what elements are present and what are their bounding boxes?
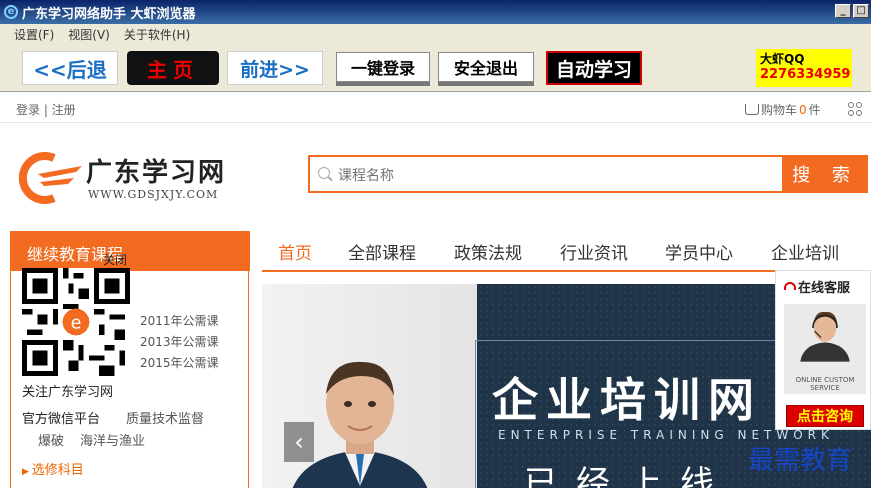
nav-all-courses[interactable]: 全部课程: [348, 239, 416, 264]
category-heading: 继续教育课程: [11, 231, 250, 271]
nav-industry-news[interactable]: 行业资讯: [560, 239, 628, 264]
cart-label: 购物车: [761, 103, 798, 117]
category-row: 爆破 海洋与渔业: [38, 430, 145, 449]
category-ocean[interactable]: 海洋与渔业: [80, 430, 145, 449]
service-title: 在线客服: [798, 280, 851, 296]
qr-caption: 关注广东学习网: [22, 385, 114, 400]
qr-close-button[interactable]: 关闭: [103, 251, 127, 268]
cart-unit: 件: [808, 103, 821, 117]
search-icon: [318, 167, 330, 179]
headset-icon: [784, 282, 796, 290]
safe-exit-button[interactable]: 安全退出: [438, 52, 534, 82]
nav-student-center[interactable]: 学员中心: [665, 239, 733, 264]
cart-link[interactable]: 购物车 0 件: [745, 101, 821, 118]
course-year-2011[interactable]: 2011年公需课: [140, 311, 219, 332]
menu-about[interactable]: 关于软件(H): [124, 26, 190, 43]
nav-home[interactable]: 首页: [278, 239, 312, 264]
agent-avatar-icon: [800, 311, 850, 362]
cart-count: 0: [799, 102, 807, 117]
course-year-2013[interactable]: 2013年公需课: [140, 332, 219, 353]
watermark: 最需教育: [748, 446, 853, 476]
one-click-login-button[interactable]: 一键登录: [336, 52, 430, 82]
title-bar: e 广东学习网络助手 大虾浏览器 _ □: [0, 0, 871, 24]
logo-title: 广东学习网: [86, 158, 227, 188]
businessman-photo: [292, 361, 428, 488]
banner-prev-arrow-icon[interactable]: ‹: [284, 422, 314, 462]
logo-subtitle: WWW.GDSJXJY.COM: [88, 188, 219, 201]
menu-view[interactable]: 视图(V): [68, 26, 110, 43]
search-button[interactable]: 搜 索: [782, 155, 868, 193]
category-blasting[interactable]: 爆破: [38, 430, 64, 449]
window-controls: _ □: [835, 4, 869, 18]
course-year-2015[interactable]: 2015年公需课: [140, 353, 219, 374]
nav-policies[interactable]: 政策法规: [454, 239, 522, 264]
toolbar: <<后退 主页 前进>> 一键登录 安全退出 自动学习 大虾QQ 2276334…: [0, 44, 871, 92]
qq-label: 大虾QQ: [760, 52, 805, 66]
category-quality[interactable]: 质量技术监督: [126, 408, 204, 427]
auto-study-button[interactable]: 自动学习: [546, 51, 642, 85]
cart-icon: [745, 104, 759, 115]
window-title: 广东学习网络助手 大虾浏览器: [22, 6, 196, 22]
online-service-widget: 在线客服 ONLINE CUSTOM SERVICE 点击咨询: [775, 270, 871, 430]
service-heading: 在线客服: [776, 275, 871, 297]
qq-number: 2276334959: [760, 67, 851, 82]
menu-settings[interactable]: 设置(F): [14, 26, 54, 43]
qq-contact-box[interactable]: 大虾QQ 2276334959: [756, 49, 852, 87]
apps-grid-icon[interactable]: [848, 102, 862, 116]
browser-window: e 广东学习网络助手 大虾浏览器 _ □ 设置(F) 视图(V) 关于软件(H)…: [0, 0, 871, 488]
qr-caption-platform: 官方微信平台: [22, 412, 101, 427]
service-agent-image: ONLINE CUSTOM SERVICE: [784, 304, 866, 394]
search-bar: 搜 索: [308, 155, 868, 193]
login-register-link[interactable]: 登录 | 注册: [16, 101, 76, 118]
search-input[interactable]: [338, 163, 778, 187]
svg-text:e: e: [71, 314, 82, 334]
forward-button[interactable]: 前进>>: [227, 51, 323, 85]
minimize-button[interactable]: _: [835, 4, 851, 18]
banner-tagline: 已经上线: [524, 464, 732, 488]
site-logo[interactable]: 广东学习网 WWW.GDSJXJY.COM: [16, 152, 246, 208]
elective-subjects-link[interactable]: 选修科目: [22, 459, 84, 478]
home-button[interactable]: 主页: [127, 51, 219, 85]
maximize-button[interactable]: □: [853, 4, 869, 18]
banner-title: 企业培训网: [492, 373, 762, 427]
menu-bar: 设置(F) 视图(V) 关于软件(H): [0, 24, 871, 44]
nav-enterprise-training[interactable]: 企业培训: [771, 239, 839, 264]
browser-e-icon: e: [4, 5, 18, 19]
main-nav: 首页 全部课程 政策法规 行业资讯 学员中心 企业培训: [262, 230, 871, 272]
public-course-years: 2011年公需课 2013年公需课 2015年公需课: [140, 311, 219, 374]
site-top-bar: 登录 | 注册 购物车 0 件: [0, 93, 871, 123]
back-button[interactable]: <<后退: [22, 51, 118, 85]
wechat-qr-code: e: [22, 268, 130, 376]
service-image-caption: ONLINE CUSTOM SERVICE: [795, 376, 855, 392]
logo-mark-icon: [18, 152, 82, 204]
consult-button[interactable]: 点击咨询: [786, 405, 864, 427]
